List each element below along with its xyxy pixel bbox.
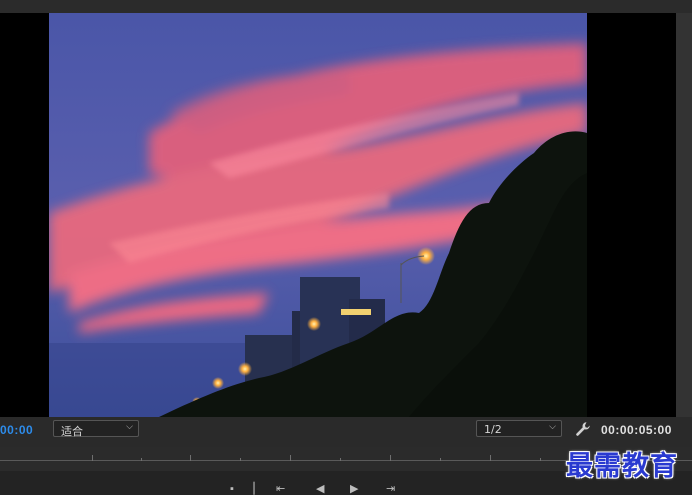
- marker-icon[interactable]: ▪: [230, 484, 234, 495]
- ruler-tick: [390, 455, 391, 461]
- panel-right-edge: [676, 13, 692, 417]
- in-point-icon[interactable]: ▕: [246, 484, 254, 495]
- ruler-tick: [141, 458, 142, 461]
- ruler-tick: [440, 458, 441, 461]
- watermark-logo: 最需教育: [566, 451, 678, 482]
- wrench-icon[interactable]: [574, 420, 592, 438]
- step-back-icon[interactable]: ◀: [316, 484, 324, 495]
- ruler-tick: [190, 455, 191, 461]
- zoom-fit-value: 适合: [61, 425, 83, 438]
- playback-resolution-value: 1/2: [484, 423, 502, 436]
- ruler-tick: [92, 455, 93, 461]
- ruler-tick: [290, 455, 291, 461]
- video-frame: [49, 13, 587, 417]
- playback-resolution-dropdown[interactable]: 1/2 ⌵: [476, 420, 562, 437]
- ruler-tick: [540, 458, 541, 461]
- panel-top-bar: [0, 0, 692, 13]
- play-icon[interactable]: ▶: [350, 484, 358, 495]
- zoom-fit-dropdown[interactable]: 适合 ⌵: [53, 420, 139, 438]
- ruler-tick: [340, 458, 341, 461]
- chevron-down-icon: ⌵: [549, 422, 556, 432]
- go-to-in-icon[interactable]: ⇤: [276, 484, 285, 495]
- playhead-timecode[interactable]: 00:00: [0, 423, 33, 437]
- go-to-out-icon[interactable]: ⇥: [386, 484, 395, 495]
- chevron-down-icon: ⌵: [126, 422, 133, 432]
- duration-timecode: 00:00:05:00: [601, 423, 672, 437]
- ruler-tick: [490, 455, 491, 461]
- ruler-tick: [240, 458, 241, 461]
